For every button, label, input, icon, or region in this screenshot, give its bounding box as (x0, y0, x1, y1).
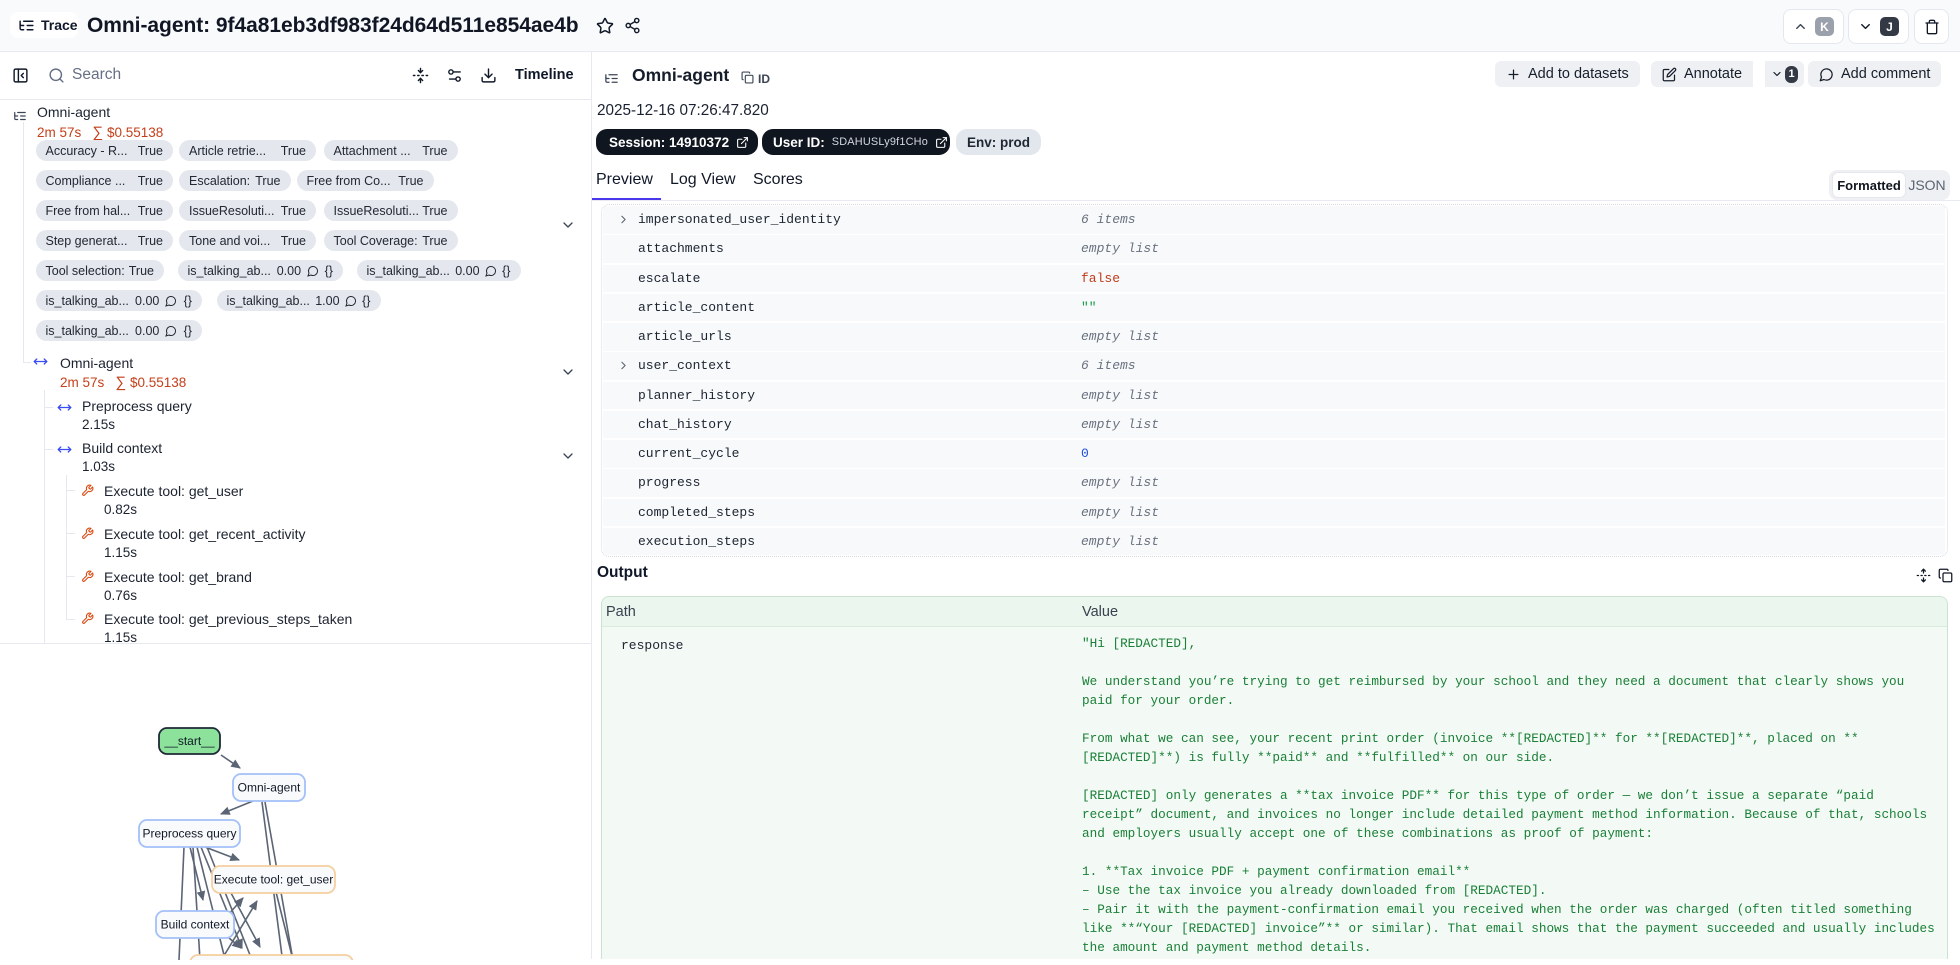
svg-text:Preprocess query: Preprocess query (142, 827, 236, 841)
svg-text:Execute tool: get_user: Execute tool: get_user (214, 873, 333, 887)
svg-text:Build context: Build context (161, 918, 230, 932)
svg-text:__start__: __start__ (163, 734, 214, 748)
svg-text:Omni-agent: Omni-agent (238, 781, 301, 795)
